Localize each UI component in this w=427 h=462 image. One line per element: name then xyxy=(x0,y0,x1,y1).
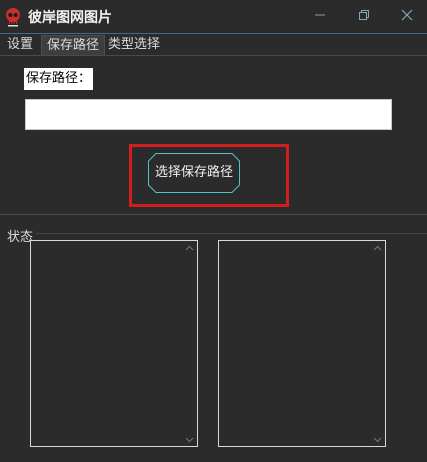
save-path-label: 保存路径： xyxy=(24,68,94,90)
scroll-up-icon[interactable] xyxy=(185,245,194,251)
window-title: 彼岸图网图片 xyxy=(28,10,112,26)
tab-settings[interactable]: 设置 xyxy=(2,35,38,55)
close-button[interactable] xyxy=(395,4,419,26)
scroll-down-icon[interactable] xyxy=(373,437,382,443)
minimize-icon xyxy=(315,14,325,16)
choose-save-path-label: 选择保存路径 xyxy=(154,165,233,180)
scroll-up-icon[interactable] xyxy=(373,245,382,251)
title-bar: 彼岸图网图片 xyxy=(0,0,427,34)
divider xyxy=(0,214,427,215)
status-log-left[interactable] xyxy=(30,240,198,447)
choose-save-path-button[interactable]: 选择保存路径 xyxy=(148,153,240,193)
restore-button[interactable] xyxy=(352,4,376,26)
scroll-down-icon[interactable] xyxy=(185,437,194,443)
tab-type-select[interactable]: 类型选择 xyxy=(103,35,165,55)
skull-icon xyxy=(4,7,22,27)
restore-icon xyxy=(359,10,369,20)
minimize-button[interactable] xyxy=(308,4,332,26)
status-group-line xyxy=(36,233,427,234)
close-icon xyxy=(401,9,413,21)
tab-bar: 设置 保存路径 类型选择 xyxy=(0,34,427,56)
status-log-right[interactable] xyxy=(218,240,386,447)
tab-save-path[interactable]: 保存路径 xyxy=(41,35,106,55)
save-path-input[interactable] xyxy=(25,99,392,130)
